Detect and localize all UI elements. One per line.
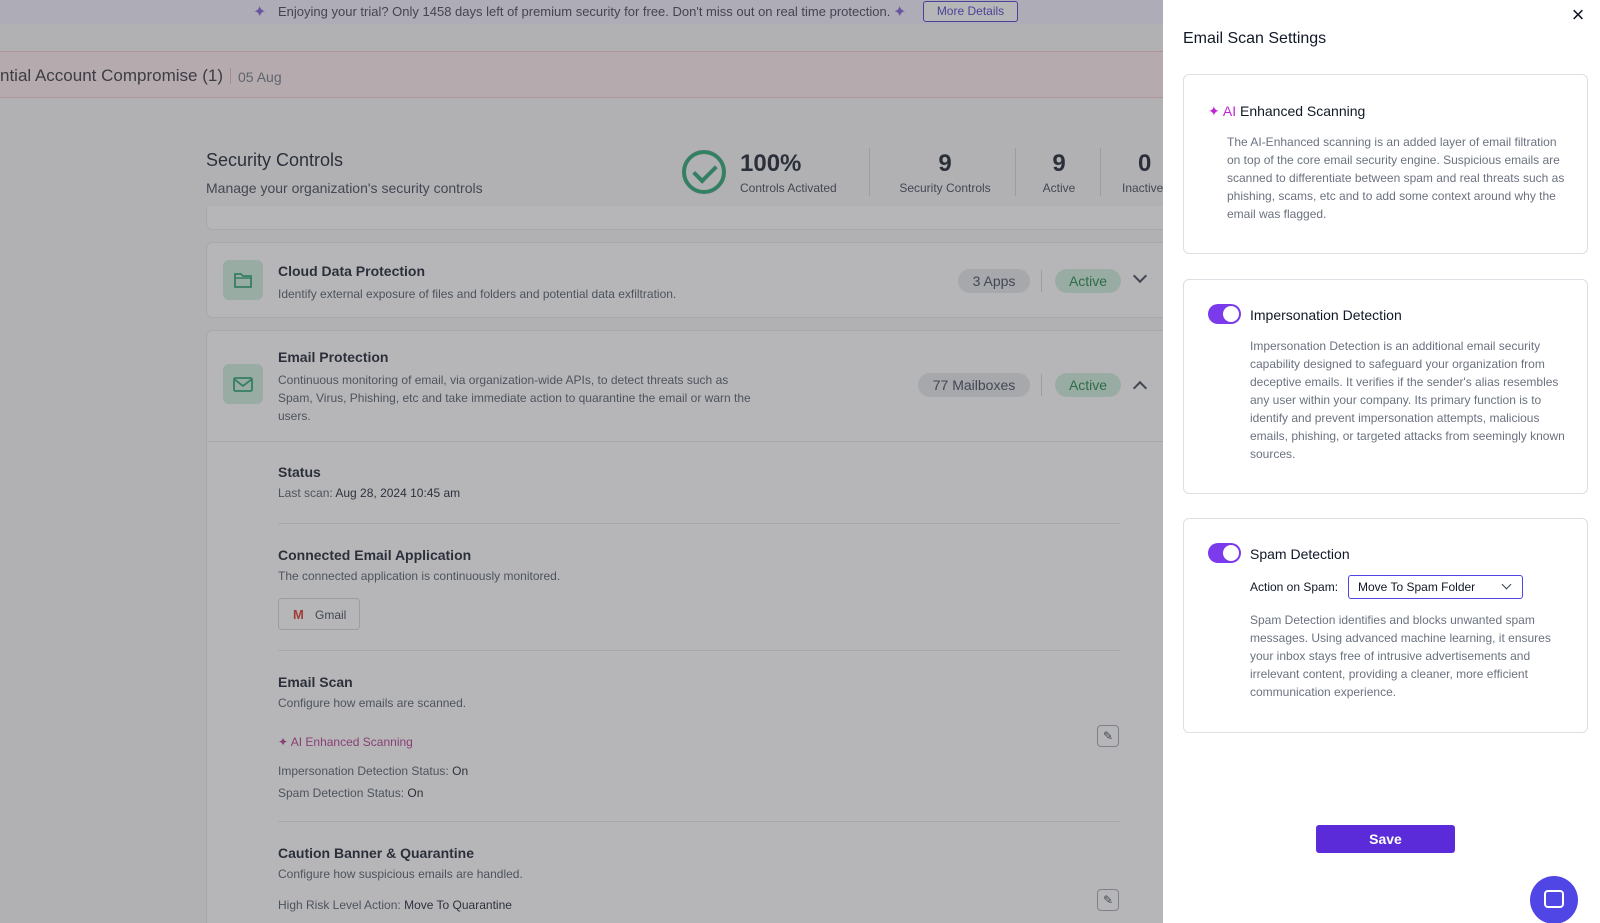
sparkle-icon: ✦ [1208, 103, 1220, 119]
chat-icon [1544, 890, 1564, 908]
spam-toggle[interactable] [1208, 543, 1241, 563]
panel-description: Impersonation Detection is an additional… [1250, 339, 1565, 461]
chat-button[interactable] [1530, 876, 1578, 923]
panel-title-text: Enhanced Scanning [1239, 103, 1366, 119]
panel-title: ✦ AI Enhanced Scanning [1208, 103, 1365, 120]
drawer-title: Email Scan Settings [1183, 30, 1327, 47]
panel-description: Spam Detection identifies and blocks unw… [1250, 613, 1551, 699]
ai-enhanced-scanning-panel: ✦ AI Enhanced Scanning The AI-Enhanced s… [1183, 74, 1588, 254]
modal-overlay[interactable] [0, 0, 1163, 923]
close-icon[interactable]: × [1568, 4, 1588, 26]
action-on-spam-select[interactable]: Move To Spam Folder [1348, 575, 1523, 599]
action-on-spam-label: Action on Spam: [1250, 580, 1339, 594]
chevron-down-icon [1501, 579, 1512, 590]
panel-title: Spam Detection [1250, 546, 1350, 562]
ai-badge: AI [1222, 103, 1237, 119]
save-button[interactable]: Save [1316, 825, 1455, 853]
impersonation-detection-panel: Impersonation Detection Impersonation De… [1183, 279, 1588, 494]
panel-description: The AI-Enhanced scanning is an added lay… [1227, 135, 1565, 221]
spam-detection-panel: Spam Detection Action on Spam: Move To S… [1183, 518, 1588, 733]
select-value: Move To Spam Folder [1358, 580, 1476, 594]
panel-title: Impersonation Detection [1250, 307, 1402, 323]
impersonation-toggle[interactable] [1208, 304, 1241, 324]
email-scan-settings-drawer: × Email Scan Settings ✦ AI Enhanced Scan… [1163, 0, 1600, 923]
